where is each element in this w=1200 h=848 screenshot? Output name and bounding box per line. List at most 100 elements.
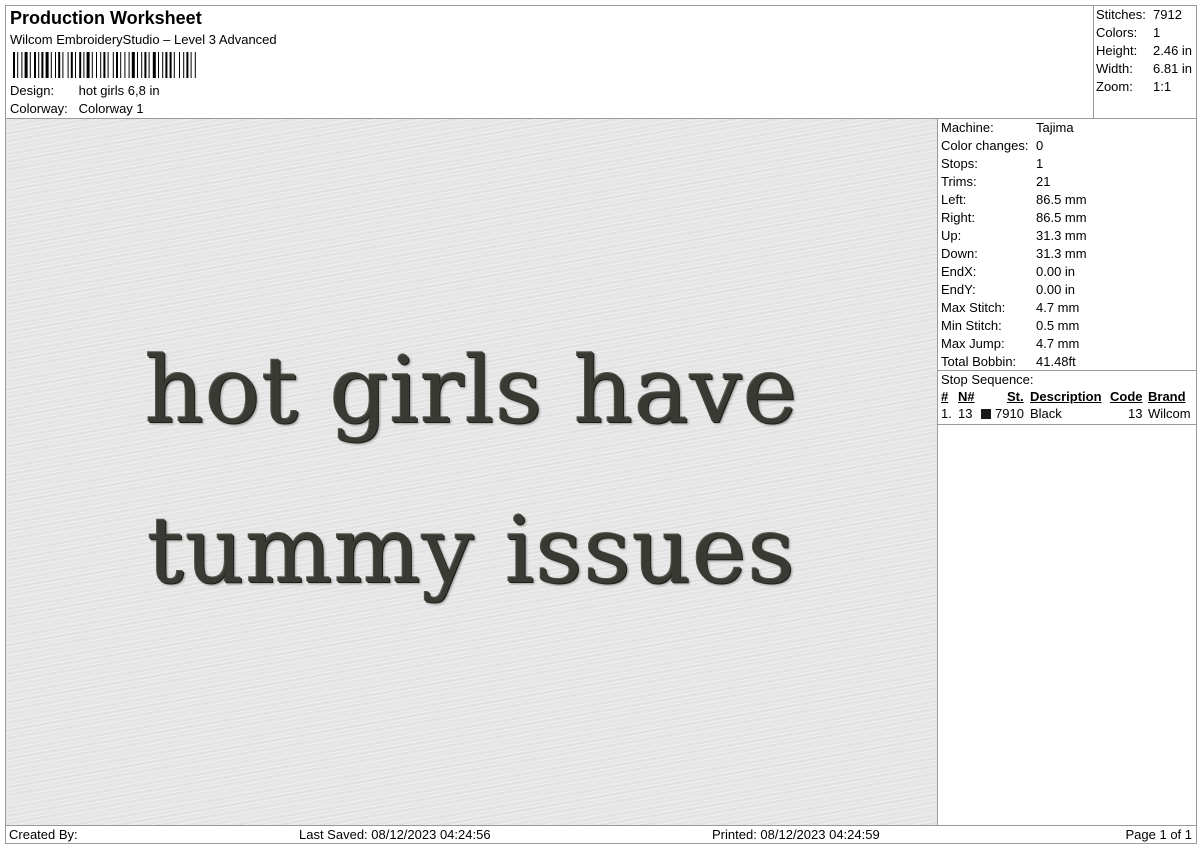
barcode-bar xyxy=(67,52,69,78)
info-value: 0.00 in xyxy=(1036,264,1076,279)
info-row-total-bobbin: Total Bobbin: 41.48ft xyxy=(941,354,1076,369)
info-row-right: Right: 86.5 mm xyxy=(941,210,1087,225)
col-code: Code xyxy=(1110,389,1143,404)
page-number: Page 1 of 1 xyxy=(1125,827,1193,842)
info-value: 0.00 in xyxy=(1036,282,1076,297)
barcode-bar xyxy=(128,52,130,78)
barcode-bar xyxy=(91,52,93,78)
barcode-bar xyxy=(34,52,36,78)
col-num: # xyxy=(941,389,949,404)
barcode-bar xyxy=(116,52,118,78)
design-label: Design: xyxy=(10,83,55,98)
info-value: 86.5 mm xyxy=(1036,210,1087,225)
info-label: Machine: xyxy=(941,120,994,135)
design-value: hot girls 6,8 in xyxy=(78,83,160,98)
barcode-bar xyxy=(96,52,97,78)
info-value: 1 xyxy=(1036,156,1044,171)
info-row-endy: EndY: 0.00 in xyxy=(941,282,1075,297)
barcode-bar xyxy=(21,52,23,78)
embroidery-text-line-1: hot girls have xyxy=(144,337,799,444)
info-row-stops: Stops: 1 xyxy=(941,156,1043,171)
barcode-bar xyxy=(194,52,196,78)
barcode-bar xyxy=(169,52,172,78)
info-label: Max Stitch: xyxy=(941,300,1006,315)
barcode-bar xyxy=(162,52,164,78)
info-label: Down: xyxy=(941,246,978,261)
barcode-bar xyxy=(141,52,143,78)
summary-row-zoom: Zoom: 1:1 xyxy=(1096,79,1171,94)
barcode-bar xyxy=(55,52,56,78)
embroidery-text-line-2: tummy issues xyxy=(147,497,796,604)
colorway-value: Colorway 1 xyxy=(78,101,144,116)
info-label: Stops: xyxy=(941,156,978,171)
row-num: 1. xyxy=(941,406,952,421)
info-value: 31.3 mm xyxy=(1036,228,1087,243)
barcode-bar xyxy=(58,52,61,78)
divider xyxy=(938,424,1196,425)
barcode-bar xyxy=(70,52,73,78)
barcode-bar xyxy=(131,52,135,78)
printed-date: Printed: 08/12/2023 04:24:59 xyxy=(712,827,880,842)
summary-row-height: Height: 2.46 in xyxy=(1096,43,1192,58)
barcode-bar xyxy=(13,52,15,78)
summary-value: 2.46 in xyxy=(1153,43,1193,58)
info-value: 41.48ft xyxy=(1036,354,1076,369)
summary-label: Width: xyxy=(1096,61,1133,76)
software-name: Wilcom EmbroideryStudio – Level 3 Advanc… xyxy=(10,32,277,47)
info-label: Min Stitch: xyxy=(941,318,1002,333)
summary-label: Height: xyxy=(1096,43,1138,58)
barcode-bar xyxy=(158,52,159,78)
barcode-bar xyxy=(50,52,52,78)
barcode-bar xyxy=(148,52,150,78)
barcode-bar xyxy=(24,52,28,78)
barcode-bar xyxy=(38,52,40,78)
info-label: Trims: xyxy=(941,174,977,189)
info-value: 0.5 mm xyxy=(1036,318,1080,333)
info-row-color-changes: Color changes: 0 xyxy=(941,138,1043,153)
barcode-bar xyxy=(103,52,106,78)
info-label: Color changes: xyxy=(941,138,1029,153)
barcode-bar xyxy=(120,52,122,78)
info-label: Left: xyxy=(941,192,967,207)
summary-label: Stitches: xyxy=(1096,7,1146,22)
barcode-bar xyxy=(29,52,31,78)
barcode-bar xyxy=(186,52,189,78)
barcode-bar xyxy=(144,52,147,78)
row-st: 7910 xyxy=(995,406,1024,421)
colorway-row: Colorway: Colorway 1 xyxy=(10,101,144,116)
barcode-bar xyxy=(100,52,102,78)
worksheet-footer: Created By: Last Saved: 08/12/2023 04:24… xyxy=(5,825,1197,844)
barcode-bar xyxy=(86,52,90,78)
col-brand: Brand xyxy=(1148,389,1186,404)
row-description: Black xyxy=(1030,406,1062,421)
design-summary: Stitches: 7912 Colors: 1 Height: 2.46 in Wi… xyxy=(1093,5,1197,119)
barcode-bar xyxy=(183,52,185,78)
info-label: Total Bobbin: xyxy=(941,354,1017,369)
colorway-label: Colorway: xyxy=(10,101,68,116)
barcode xyxy=(13,52,196,78)
info-row-max-jump: Max Jump: 4.7 mm xyxy=(941,336,1079,351)
summary-value: 1 xyxy=(1153,25,1161,40)
row-code: 13 xyxy=(1128,406,1143,421)
info-row-machine: Machine: Tajima xyxy=(941,120,1074,135)
summary-label: Zoom: xyxy=(1096,79,1133,94)
barcode-bar xyxy=(62,52,64,78)
barcode-bar xyxy=(137,52,138,78)
info-row-trims: Trims: 21 xyxy=(941,174,1050,189)
barcode-bar xyxy=(190,52,192,78)
barcode-bar xyxy=(79,52,82,78)
barcode-bar xyxy=(152,52,156,78)
machine-info-panel: Machine: Tajima Color changes: 0 Stops: 1 T… xyxy=(937,118,1197,826)
info-row-up: Up: 31.3 mm xyxy=(941,228,1087,243)
info-value: 4.7 mm xyxy=(1036,336,1080,351)
barcode-bar xyxy=(124,52,126,78)
created-by: Created By: xyxy=(9,827,78,842)
info-value: 0 xyxy=(1036,138,1044,153)
table-row: 1. 13 7910 Black 13 Wilcom xyxy=(938,406,1196,423)
worksheet-header: Production Worksheet Wilcom EmbroiderySt… xyxy=(5,5,1094,119)
info-row-endx: EndX: 0.00 in xyxy=(941,264,1075,279)
divider xyxy=(938,370,1196,371)
summary-row-width: Width: 6.81 in xyxy=(1096,61,1192,76)
barcode-bar xyxy=(45,52,49,78)
summary-row-colors: Colors: 1 xyxy=(1096,25,1160,40)
